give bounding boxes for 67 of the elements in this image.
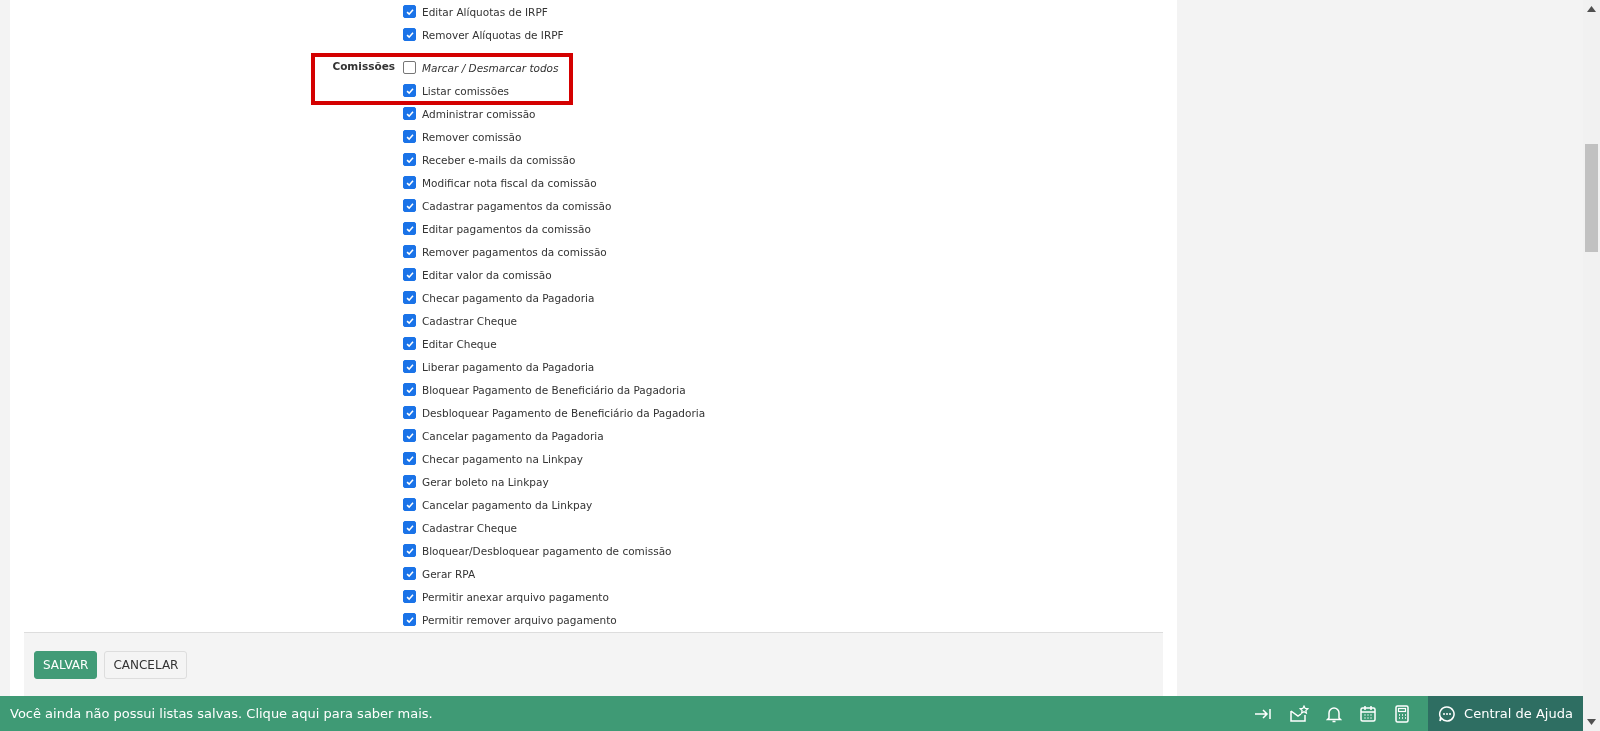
checkbox[interactable] [403,567,416,580]
permission-label[interactable]: Cadastrar pagamentos da comissão [422,199,612,212]
permission-label[interactable]: Administrar comissão [422,107,536,120]
checkbox[interactable] [403,590,416,603]
permission-label[interactable]: Checar pagamento da Pagadoria [422,291,595,304]
chat-icon [1438,704,1457,723]
checkbox[interactable] [403,429,416,442]
checkbox[interactable] [403,199,416,212]
checkbox[interactable] [403,613,416,626]
checkbox[interactable] [403,544,416,557]
checkbox[interactable] [403,107,416,120]
permission-label[interactable]: Cancelar pagamento da Pagadoria [422,429,604,442]
scrollbar-thumb[interactable] [1585,144,1598,252]
permission-label[interactable]: Desbloquear Pagamento de Beneficiário da Pagadoria [422,406,706,419]
checkbox[interactable] [403,406,416,419]
checkbox[interactable] [403,383,416,396]
checkbox[interactable] [403,498,416,511]
group-label: Comissões [332,60,395,72]
permission-label[interactable]: Cadastrar Cheque [422,314,518,327]
help-center-button[interactable]: Central de Ajuda [1428,696,1583,731]
checkbox[interactable] [403,337,416,350]
bell-icon[interactable] [1326,704,1342,723]
checkbox[interactable] [403,176,416,189]
checkbox[interactable] [403,291,416,304]
cancel-button[interactable]: CANCELAR [104,651,188,679]
scrollbar[interactable] [1583,0,1600,731]
checkbox[interactable] [403,153,416,166]
permission-label[interactable]: Editar valor da comissão [422,268,552,281]
checkbox[interactable] [403,28,416,41]
permission-label[interactable]: Editar Alíquotas de IRPF [422,5,548,18]
checkbox[interactable] [403,84,416,97]
scroll-up-icon[interactable] [1587,6,1596,12]
checkbox[interactable] [403,452,416,465]
checkbox[interactable] [403,130,416,143]
permission-label[interactable]: Receber e-mails da comissão [422,153,576,166]
permission-label[interactable]: Gerar RPA [422,567,476,580]
permission-label[interactable]: Liberar pagamento da Pagadoria [422,360,595,373]
mail-star-icon[interactable] [1289,704,1309,723]
checkbox[interactable] [403,245,416,258]
permission-label[interactable]: Cancelar pagamento da Linkpay [422,498,593,511]
scroll-down-icon[interactable] [1587,719,1596,725]
permission-label[interactable]: Editar Cheque [422,337,497,350]
permission-label[interactable]: Cadastrar Cheque [422,521,518,534]
checkbox[interactable] [403,268,416,281]
toggle-all-label[interactable]: Marcar / Desmarcar todos [422,61,559,74]
checkbox[interactable] [403,475,416,488]
permission-label[interactable]: Editar pagamentos da comissão [422,222,591,235]
permission-label[interactable]: Remover pagamentos da comissão [422,245,607,258]
checkbox[interactable] [403,521,416,534]
permission-label[interactable]: Remover comissão [422,130,522,143]
calendar-icon[interactable] [1359,704,1377,723]
permission-label[interactable]: Bloquear/Desbloquear pagamento de comissão [422,544,672,557]
permission-label[interactable]: Permitir anexar arquivo pagamento [422,590,609,603]
checkbox[interactable] [403,5,416,18]
checkbox[interactable] [403,360,416,373]
permission-label[interactable]: Remover Alíquotas de IRPF [422,28,564,41]
calculator-icon[interactable] [1394,704,1410,723]
permission-label[interactable]: Gerar boleto na Linkpay [422,475,549,488]
checkbox[interactable] [403,314,416,327]
permission-label[interactable]: Modificar nota fiscal da comissão [422,176,597,189]
permission-label[interactable]: Bloquear Pagamento de Beneficiário da Pagadoria [422,383,686,396]
checkbox[interactable] [403,222,416,235]
checkbox[interactable] [403,61,416,74]
collapse-icon[interactable] [1254,706,1272,721]
permission-label[interactable]: Permitir remover arquivo pagamento [422,613,617,626]
permission-label[interactable]: Listar comissões [422,84,510,97]
permission-label[interactable]: Checar pagamento na Linkpay [422,452,583,465]
